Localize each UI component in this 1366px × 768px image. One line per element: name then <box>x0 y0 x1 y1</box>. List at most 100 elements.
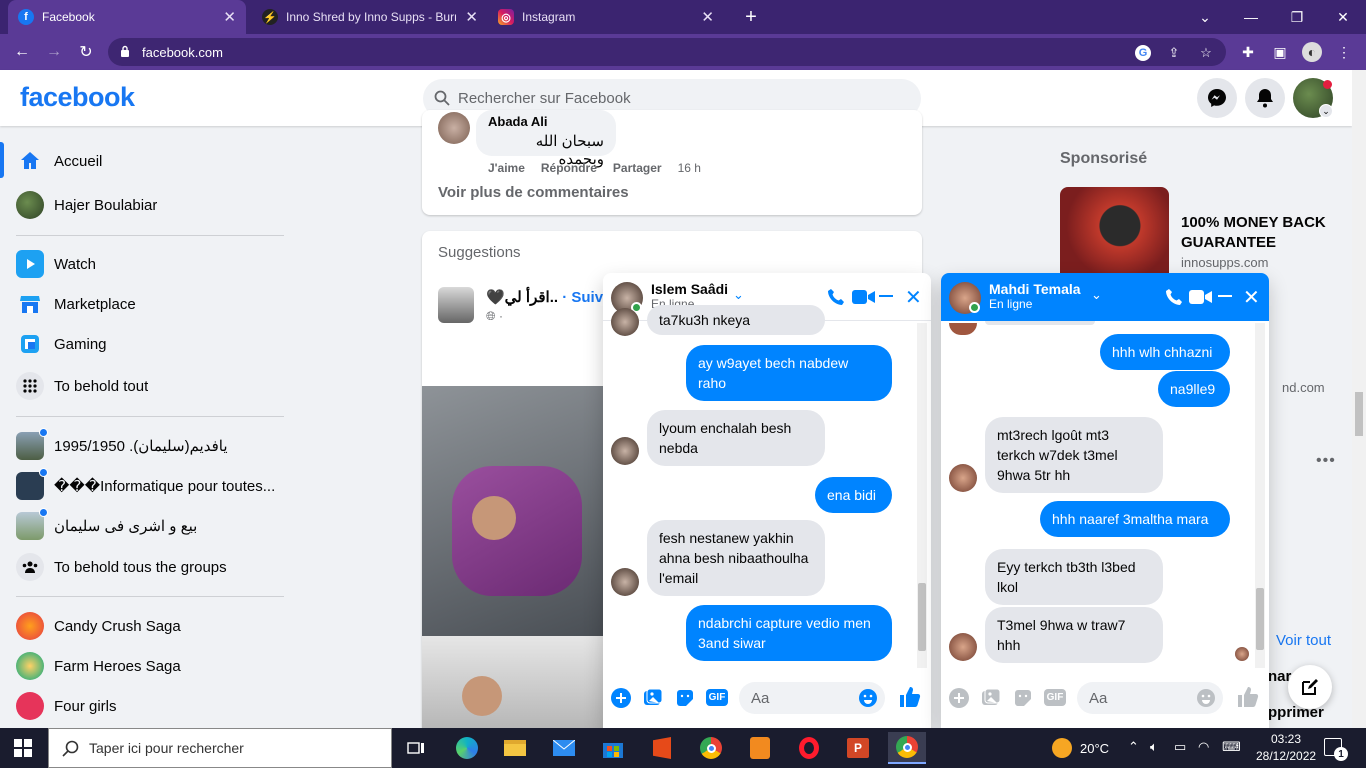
notifications-button[interactable] <box>1245 78 1285 118</box>
photo-icon[interactable] <box>643 688 663 708</box>
suggestion-name[interactable]: ..اقرأ لي🖤 <box>486 289 558 306</box>
sidebar-item-see-all[interactable]: To behold tout <box>16 368 286 404</box>
chrome-icon[interactable] <box>692 732 730 764</box>
sticker-icon[interactable] <box>675 688 695 708</box>
comment-time[interactable]: 16 h <box>678 161 701 175</box>
minimize-button[interactable]: — <box>1228 0 1274 34</box>
share-link[interactable]: Partager <box>613 161 662 175</box>
url-field[interactable]: facebook.com G ⇪ ☆ <box>108 38 1226 66</box>
emoji-icon[interactable] <box>1197 689 1215 707</box>
chat-scrollbar[interactable] <box>917 323 927 668</box>
ad-title[interactable]: 100% MONEY BACK GUARANTEE <box>1181 213 1331 253</box>
profile-avatar[interactable]: ◐ <box>1302 42 1322 62</box>
battery-icon[interactable]: ▭ <box>1174 739 1186 755</box>
page-scrollbar[interactable] <box>1352 70 1366 728</box>
photo-icon[interactable] <box>981 688 1001 708</box>
phone-icon[interactable] <box>827 288 845 306</box>
chat-header[interactable]: Mahdi Temala En ligne ⌄ ✕ <box>941 273 1269 321</box>
weather-icon[interactable] <box>1052 738 1072 758</box>
close-window-button[interactable]: ✕ <box>1320 0 1366 34</box>
close-tab-icon[interactable]: ✕ <box>701 8 714 26</box>
sidebar-item-gaming[interactable]: Gaming <box>16 326 286 362</box>
taskbar-search-input[interactable]: Taper ici pour rechercher <box>48 728 392 768</box>
sidebar-item-watch[interactable]: Watch <box>16 246 286 282</box>
mail-icon[interactable] <box>545 732 583 764</box>
sublime-icon[interactable] <box>741 732 779 764</box>
chat-scrollbar-thumb[interactable] <box>1256 588 1264 650</box>
file-explorer-icon[interactable] <box>496 732 534 764</box>
sidebar-item-see-all-groups[interactable]: To behold tous the groups <box>16 549 286 585</box>
plus-circle-icon[interactable] <box>611 688 631 708</box>
sidebar-item-accueil[interactable]: Accueil <box>16 143 286 179</box>
new-tab-button[interactable]: + <box>728 0 774 34</box>
ad-image[interactable] <box>1060 187 1169 273</box>
minimize-chat-icon[interactable] <box>879 295 893 297</box>
new-message-button[interactable] <box>1288 665 1332 709</box>
clock-date[interactable]: 28/12/2022 <box>1256 749 1316 763</box>
like-link[interactable]: J'aime <box>488 161 525 175</box>
emoji-icon[interactable] <box>859 689 877 707</box>
task-view-icon[interactable] <box>397 732 435 764</box>
store-icon[interactable] <box>594 732 632 764</box>
sidebar-item-four-girls[interactable]: Four girls <box>16 688 286 724</box>
chevron-down-icon[interactable]: ⌄ <box>1091 287 1102 303</box>
close-tab-icon[interactable]: ✕ <box>223 8 236 26</box>
bookmark-star-icon[interactable]: ☆ <box>1198 45 1214 61</box>
thumbs-up-icon[interactable] <box>1237 686 1259 708</box>
share-icon[interactable]: ⇪ <box>1166 45 1182 61</box>
ad2-domain[interactable]: nd.com <box>1282 380 1325 395</box>
video-call-icon[interactable] <box>852 289 876 305</box>
gif-icon[interactable]: GIF <box>706 689 728 706</box>
restore-button[interactable]: ❐ <box>1274 0 1320 34</box>
comment-author[interactable]: Abada Ali <box>488 114 604 128</box>
google-lens-icon[interactable]: G <box>1135 45 1151 61</box>
sidebar-item-group-2[interactable]: ���Informatique pour toutes... <box>16 468 286 504</box>
facebook-logo[interactable]: facebook <box>20 82 135 113</box>
chat-scrollbar-thumb[interactable] <box>918 583 926 651</box>
messenger-button[interactable] <box>1197 78 1237 118</box>
sidebar-item-profile[interactable]: Hajer Boulabiar <box>16 187 286 223</box>
minimize-chat-icon[interactable] <box>1218 295 1232 297</box>
windows-start-icon[interactable] <box>14 739 32 757</box>
side-panel-icon[interactable]: ▣ <box>1270 42 1290 62</box>
weather-text[interactable]: 20°C <box>1080 741 1109 756</box>
phone-icon[interactable] <box>1165 288 1183 306</box>
chat-scrollbar[interactable] <box>1255 323 1265 668</box>
ad-domain[interactable]: innosupps.com <box>1181 255 1268 270</box>
more-comments-link[interactable]: Voir plus de commentaires <box>438 184 629 201</box>
sticker-icon[interactable] <box>1013 688 1033 708</box>
powerpoint-icon[interactable]: P <box>839 732 877 764</box>
sidebar-item-group-3[interactable]: بيع و اشرى فى سليمان <box>16 508 286 544</box>
opera-icon[interactable] <box>790 732 828 764</box>
suggestion-avatar[interactable] <box>438 287 474 323</box>
reply-link[interactable]: Répondre <box>541 161 597 175</box>
video-call-icon[interactable] <box>1189 289 1213 305</box>
office-icon[interactable] <box>643 732 681 764</box>
clock-time[interactable]: 03:23 <box>1262 732 1310 746</box>
notification-center-icon[interactable]: 1 <box>1324 738 1348 761</box>
more-options-icon[interactable]: ••• <box>1316 452 1336 470</box>
sidebar-item-farm-heroes[interactable]: Farm Heroes Saga <box>16 648 286 684</box>
chrome-active-icon[interactable] <box>888 732 926 764</box>
tray-chevron-up-icon[interactable]: ⌃ <box>1128 739 1139 755</box>
thumbs-up-icon[interactable] <box>899 686 921 708</box>
back-button[interactable]: ← <box>10 40 34 64</box>
plus-circle-icon[interactable] <box>949 688 969 708</box>
reload-button[interactable]: ↻ <box>74 40 98 64</box>
gif-icon[interactable]: GIF <box>1044 689 1066 706</box>
tab-facebook[interactable]: f Facebook ✕ <box>8 0 246 34</box>
keyboard-icon[interactable]: ⌨︎ <box>1222 739 1241 755</box>
page-scrollbar-thumb[interactable] <box>1355 392 1363 436</box>
close-chat-icon[interactable]: ✕ <box>1243 285 1260 310</box>
commenter-avatar[interactable] <box>438 112 470 144</box>
close-chat-icon[interactable]: ✕ <box>905 285 922 310</box>
tab-inno-shred[interactable]: ⚡ Inno Shred by Inno Supps - Burn ✕ <box>252 0 488 34</box>
chrome-menu-icon[interactable]: ⋮ <box>1334 42 1354 62</box>
extensions-icon[interactable]: ✚ <box>1238 42 1258 62</box>
sidebar-item-candy-crush[interactable]: Candy Crush Saga <box>16 608 286 644</box>
tab-search-chevron-icon[interactable]: ⌄ <box>1182 0 1228 34</box>
chevron-down-icon[interactable]: ⌄ <box>733 287 744 303</box>
wifi-icon[interactable]: ◠ <box>1198 739 1209 755</box>
close-tab-icon[interactable]: ✕ <box>465 8 478 26</box>
volume-icon[interactable]: 🔈︎ <box>1150 739 1158 755</box>
